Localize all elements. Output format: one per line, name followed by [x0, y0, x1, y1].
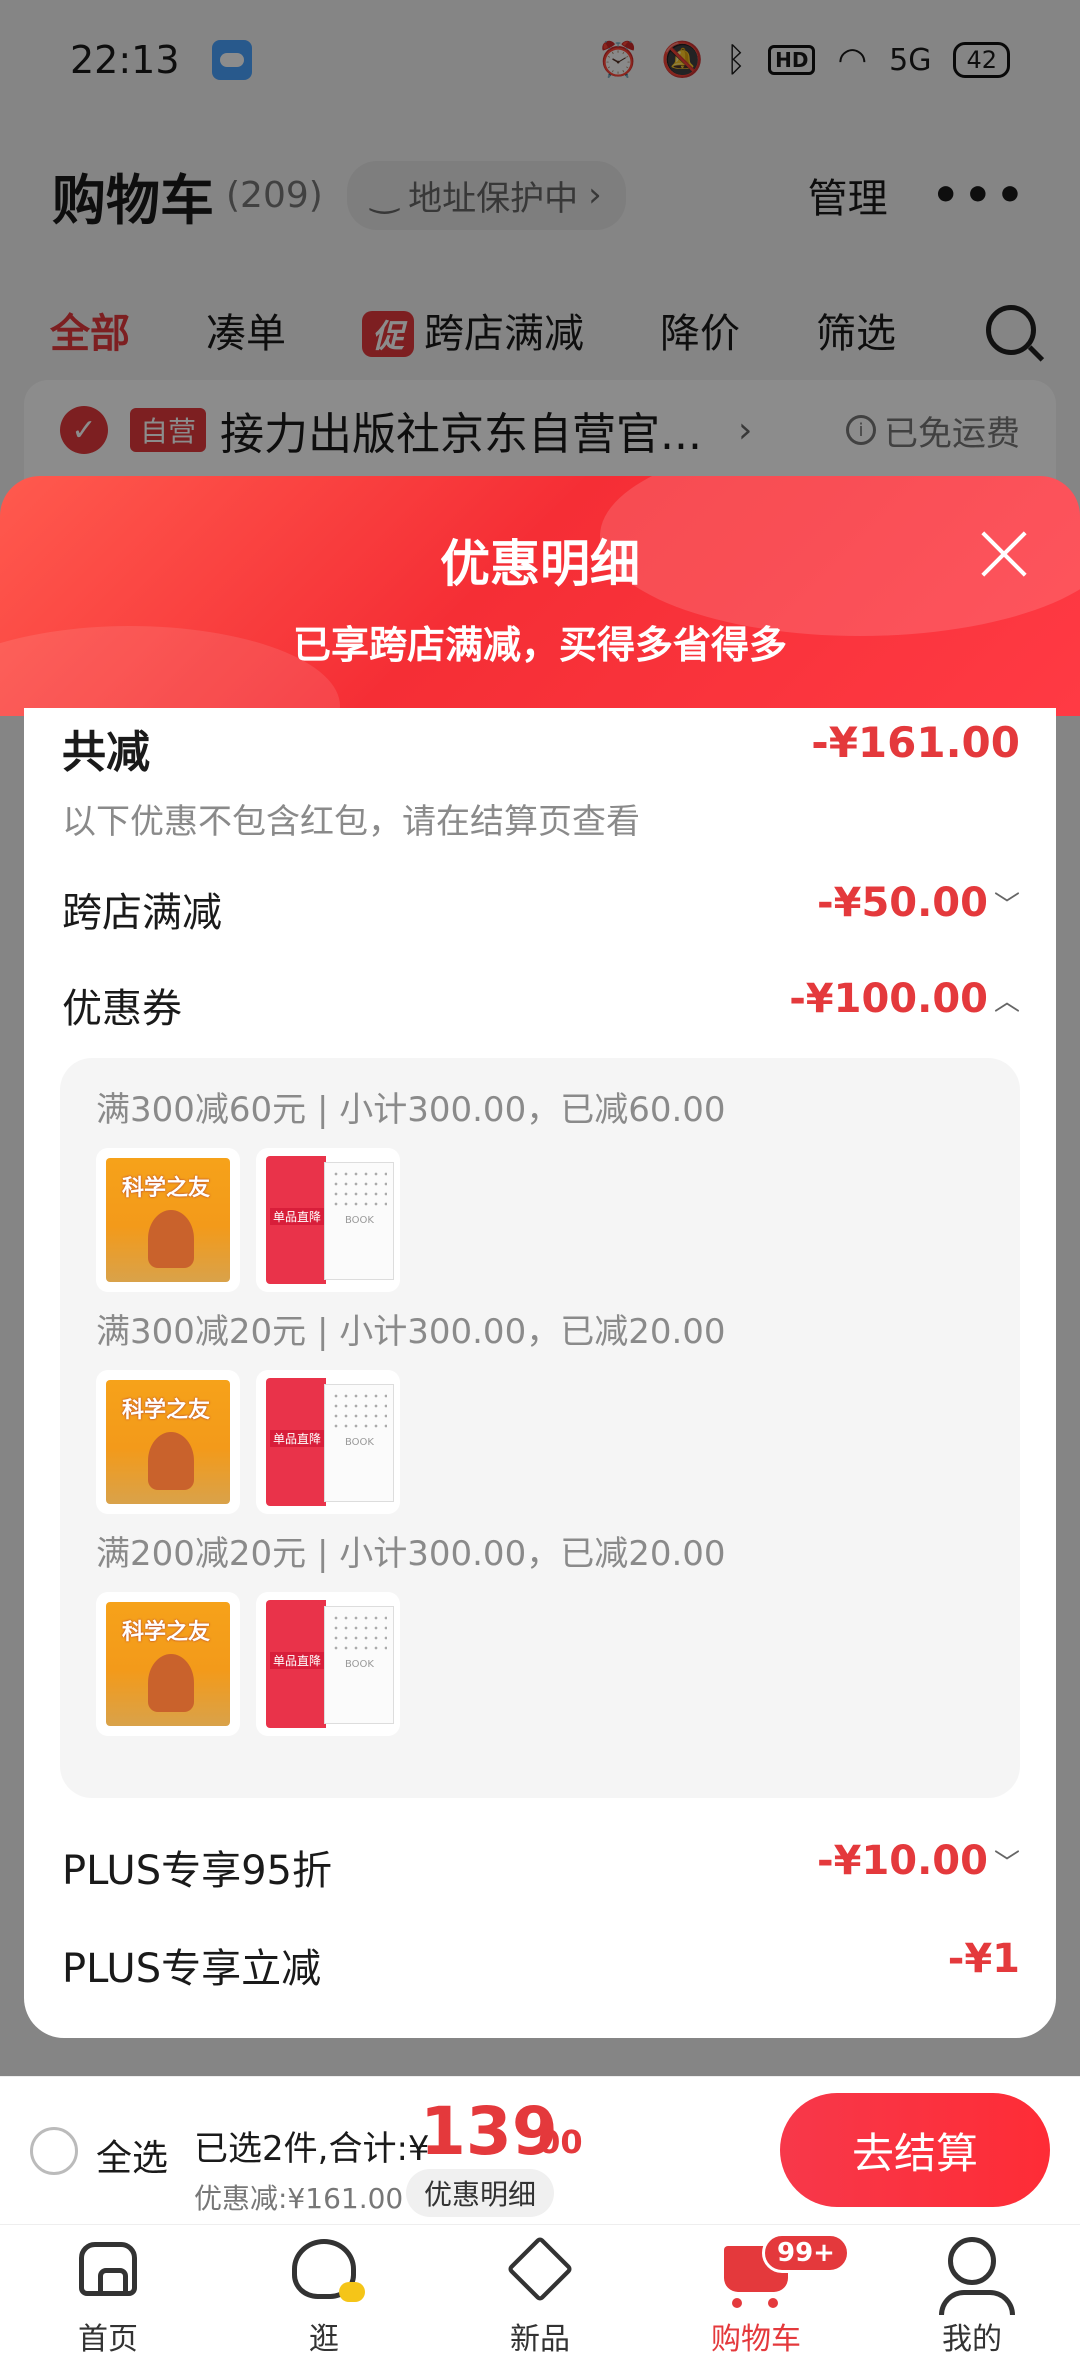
- book-cover-history: [266, 1600, 394, 1728]
- profile-icon: [939, 2237, 1015, 2315]
- product-thumbnail[interactable]: [256, 1370, 400, 1514]
- select-all-label[interactable]: 全选: [96, 2129, 168, 2181]
- plus-instant-amount: -¥1: [947, 1936, 1020, 1982]
- select-all-checkbox[interactable]: [30, 2127, 78, 2175]
- bottom-tabbar: 首页 逛 新品 99+ 购物车 我的: [0, 2224, 1080, 2376]
- chevron-down-icon[interactable]: ﹀: [994, 1843, 1020, 1880]
- tabbar-label: 我的: [942, 2322, 1002, 2357]
- book-cover-science: [106, 1602, 230, 1726]
- tabbar-label: 新品: [510, 2322, 570, 2357]
- cart-badge: 99+: [762, 2233, 850, 2273]
- tabbar-label: 购物车: [711, 2322, 801, 2357]
- tabbar-cart[interactable]: 99+ 购物车: [648, 2225, 864, 2376]
- coupon-line: 满300减60元 | 小计300.00，已减60.00: [96, 1090, 726, 1130]
- book-cover-history: [266, 1378, 394, 1506]
- plus-discount-label: PLUS专享95折: [62, 1848, 332, 1894]
- coupon-line: 满300减20元 | 小计300.00，已减20.00: [96, 1312, 726, 1352]
- product-thumbnail[interactable]: [256, 1592, 400, 1736]
- coupon-line: 满200减20元 | 小计300.00，已减20.00: [96, 1534, 726, 1574]
- sheet-header: 优惠明细 已享跨店满减，买得多省得多: [0, 476, 1080, 716]
- product-thumbnail[interactable]: [96, 1370, 240, 1514]
- coupon-detail-box: 满300减60元 | 小计300.00，已减60.00 满300减20元 | 小…: [60, 1058, 1020, 1798]
- discount-detail-button[interactable]: 优惠明细: [406, 2169, 555, 2217]
- cross-store-label: 跨店满减: [62, 890, 222, 936]
- chevron-down-icon[interactable]: ﹀: [994, 885, 1020, 922]
- coupon-thumbnails: [96, 1592, 976, 1736]
- coupon-amount: -¥100.00: [789, 976, 988, 1022]
- coupon-group: 满300减20元 | 小计300.00，已减20.00: [96, 1302, 976, 1514]
- coupon-group: 满200减20元 | 小计300.00，已减20.00: [96, 1524, 976, 1736]
- sheet-title: 优惠明细: [440, 535, 640, 593]
- tabbar-new[interactable]: 新品: [432, 2225, 648, 2376]
- total-discount-label: 共减: [62, 727, 150, 778]
- tabbar-browse[interactable]: 逛: [216, 2225, 432, 2376]
- checkout-bar: 全选 已选2件,合计:¥ 139 .00 优惠减:¥161.00 优惠明细 去结…: [0, 2076, 1080, 2224]
- new-products-icon: [506, 2235, 574, 2303]
- book-cover-history: [266, 1156, 394, 1284]
- coupon-row[interactable]: -¥100.00 ︿: [789, 976, 1020, 1022]
- discount-note: 以下优惠不包含红包，请在结算页查看: [62, 802, 640, 842]
- total-price-decimal: .00: [526, 2123, 583, 2161]
- tabbar-me[interactable]: 我的: [864, 2225, 1080, 2376]
- tabbar-label: 逛: [309, 2322, 339, 2357]
- coupon-thumbnails: [96, 1370, 976, 1514]
- book-cover-science: [106, 1380, 230, 1504]
- coupon-thumbnails: [96, 1148, 976, 1292]
- book-cover-science: [106, 1158, 230, 1282]
- sheet-subtitle: 已享跨店满减，买得多省得多: [292, 623, 787, 667]
- discount-summary: 优惠减:¥161.00: [194, 2182, 404, 2215]
- selected-summary: 已选2件,合计:¥: [194, 2129, 430, 2169]
- cross-store-row[interactable]: -¥50.00 ﹀: [817, 880, 1020, 926]
- tabbar-label: 首页: [78, 2322, 138, 2357]
- close-icon[interactable]: [976, 526, 1032, 582]
- product-thumbnail[interactable]: [96, 1148, 240, 1292]
- chevron-up-icon[interactable]: ︿: [994, 981, 1020, 1018]
- plus-discount-row[interactable]: -¥10.00 ﹀: [817, 1838, 1020, 1884]
- plus-discount-amount: -¥10.00: [817, 1838, 988, 1884]
- sheet-body: 共减 -¥161.00 以下优惠不包含红包，请在结算页查看 跨店满减 -¥50.…: [24, 708, 1056, 2038]
- plus-instant-label: PLUS专享立减: [62, 1946, 322, 1992]
- tabbar-home[interactable]: 首页: [0, 2225, 216, 2376]
- cross-store-amount: -¥50.00: [817, 880, 988, 926]
- browse-icon: [292, 2239, 365, 2302]
- discount-detail-sheet: 优惠明细 已享跨店满减，买得多省得多 共减 -¥161.00 以下优惠不包含红包…: [0, 476, 1080, 2076]
- product-thumbnail[interactable]: [256, 1148, 400, 1292]
- coupon-label: 优惠券: [62, 986, 182, 1032]
- coupon-group: 满300减60元 | 小计300.00，已减60.00: [96, 1080, 976, 1292]
- product-thumbnail[interactable]: [96, 1592, 240, 1736]
- total-discount-amount: -¥161.00: [811, 718, 1020, 767]
- checkout-button[interactable]: 去结算: [780, 2093, 1050, 2207]
- home-icon: [79, 2242, 137, 2296]
